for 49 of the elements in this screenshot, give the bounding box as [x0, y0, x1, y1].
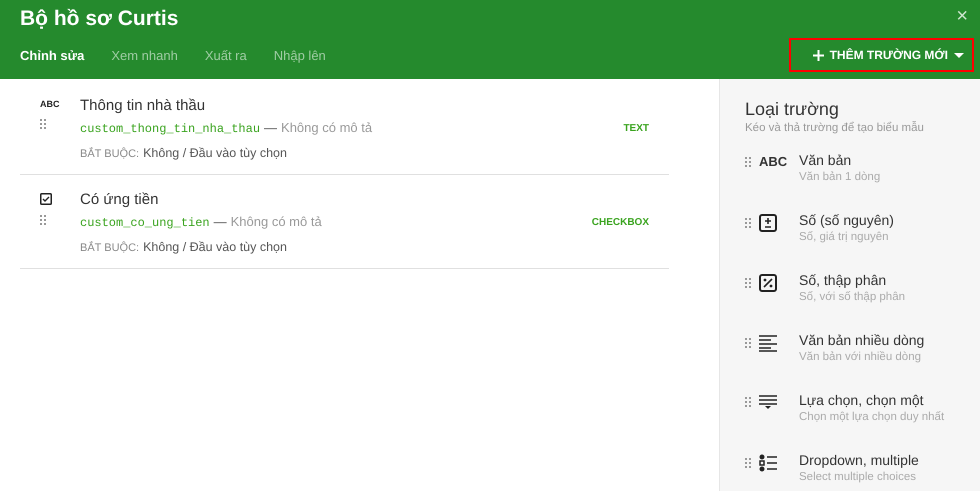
separator-dash: — — [214, 214, 227, 229]
field-type-label: TEXT — [623, 122, 649, 134]
drag-handle-icon[interactable] — [40, 215, 46, 225]
field-description: Không có mô tả — [281, 120, 372, 135]
text-lines-icon — [759, 334, 777, 352]
required-label: BẮT BUỘC: — [80, 242, 140, 254]
caret-icon — [954, 52, 964, 58]
text-type-icon: ABC — [40, 99, 60, 109]
field-type-hint: Văn bản 1 dòng — [799, 171, 880, 183]
window-title: Bộ hồ sơ Curtis — [20, 6, 178, 32]
field-description: Không có mô tả — [230, 214, 322, 229]
percent-icon — [759, 274, 777, 292]
field-type-label: CHECKBOX — [592, 216, 649, 228]
field-type-hint: Số, giá trị nguyên — [799, 231, 890, 243]
lines-caret-icon — [759, 394, 777, 410]
field-type-name[interactable]: Dropdown, multiple — [799, 451, 919, 469]
field-type-name[interactable]: Văn bản — [799, 151, 880, 169]
field-type-hint: Số, với số thập phân — [799, 291, 905, 303]
add-field-button[interactable]: THÊM TRƯỜNG MỚI — [788, 38, 974, 72]
checkbox-icon — [40, 193, 52, 205]
field-key: custom_co_ung_tien — [80, 216, 210, 230]
drag-handle-icon[interactable] — [745, 156, 751, 166]
field-title: Thông tin nhà thầu — [80, 96, 206, 116]
required-value: Không / Đầu vào tùy chọn — [143, 240, 287, 254]
field-title: Có ứng tiền — [80, 190, 160, 210]
field-type-hint: Chọn một lựa chọn duy nhất — [799, 411, 944, 423]
drag-handle-icon[interactable] — [745, 458, 751, 468]
plus-minus-icon — [759, 214, 777, 232]
panel-subtitle: Kéo và thả trường để tạo biểu mẫu — [745, 122, 925, 134]
tab[interactable]: Chỉnh sửa — [20, 48, 84, 62]
required-value: Không / Đầu vào tùy chọn — [143, 146, 287, 160]
field-type-hint: Văn bản với nhiều dòng — [799, 351, 922, 363]
drag-handle-icon[interactable] — [40, 119, 46, 129]
text-type-icon: ABC — [759, 154, 793, 169]
required-label: BẮT BUỘC: — [80, 148, 140, 160]
bullet-list-icon — [759, 454, 777, 472]
panel-title: Loại trường — [745, 98, 840, 120]
drag-handle-icon[interactable] — [745, 338, 751, 348]
drag-handle-icon[interactable] — [745, 397, 751, 407]
field-type-hint: Select multiple choices — [799, 471, 917, 483]
field-type-name[interactable]: Lựa chọn, chọn một — [799, 391, 944, 409]
plus-icon — [812, 50, 824, 60]
field-type-name[interactable]: Số (số nguyên) — [799, 211, 894, 229]
field-type-name[interactable]: Văn bản nhiều dòng — [799, 331, 924, 349]
field-type-name[interactable]: Số, thập phân — [799, 271, 905, 289]
drag-handle-icon[interactable] — [745, 218, 751, 228]
separator-dash: — — [264, 120, 278, 135]
drag-handle-icon[interactable] — [745, 278, 751, 288]
field-key: custom_thong_tin_nha_thau — [80, 122, 260, 136]
